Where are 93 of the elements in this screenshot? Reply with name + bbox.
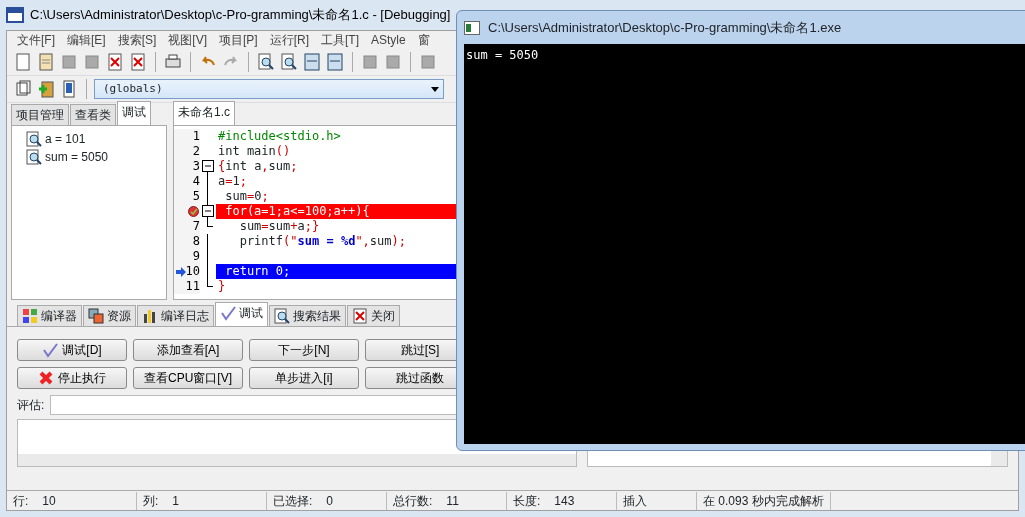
fold-toggle-icon[interactable] xyxy=(202,205,214,217)
console-icon xyxy=(464,20,480,35)
save-all-icon[interactable] xyxy=(82,52,102,72)
dropdown-arrow-icon xyxy=(431,86,439,92)
code-line: a=1; xyxy=(217,174,248,189)
split-view-icon[interactable] xyxy=(325,52,345,72)
checkmark-icon xyxy=(220,305,236,321)
menu-item[interactable]: AStyle xyxy=(365,31,412,49)
close-all-icon[interactable] xyxy=(128,52,148,72)
replace-icon[interactable] xyxy=(279,52,299,72)
copy-icon[interactable] xyxy=(13,79,33,99)
menu-item[interactable]: 窗 xyxy=(411,31,436,49)
line-number: 4 xyxy=(192,174,200,188)
file-tab[interactable]: 未命名1.c xyxy=(173,101,235,125)
line-number: 5 xyxy=(192,189,200,203)
status-label: 总行数: xyxy=(393,492,433,510)
status-value: 11 xyxy=(446,492,459,510)
code-line: printf("sum = %d",sum); xyxy=(238,234,407,249)
status-label: 列: xyxy=(143,492,159,510)
evaluate-label: 评估: xyxy=(17,397,45,414)
status-value: 0 xyxy=(326,492,334,510)
code-line: #include<stdio.h> xyxy=(217,129,342,144)
code-line: } xyxy=(217,279,227,294)
code-line: sum=0; xyxy=(224,189,270,204)
open-file-icon[interactable] xyxy=(36,52,56,72)
bottom-tab[interactable]: 调试 xyxy=(215,302,268,326)
menu-item[interactable]: 搜索[S] xyxy=(111,31,163,49)
save-icon[interactable] xyxy=(59,52,79,72)
status-value: 143 xyxy=(554,492,575,510)
line-number: 10 xyxy=(185,264,200,278)
debug-button[interactable]: 单步进入[i] xyxy=(249,367,359,389)
menu-item[interactable]: 文件[F] xyxy=(11,31,61,49)
layers-icon xyxy=(88,308,104,324)
line-number: 11 xyxy=(185,279,200,293)
menu-item[interactable]: 编辑[E] xyxy=(61,31,112,49)
line-number: 2 xyxy=(192,144,200,158)
debug-button[interactable]: 下一步[N] xyxy=(249,339,359,361)
debug-button[interactable]: 调试[D] xyxy=(17,339,127,361)
line-number: 3 xyxy=(192,159,200,173)
bottom-tab[interactable]: 关闭 xyxy=(347,305,400,326)
new-file-icon[interactable] xyxy=(13,52,33,72)
code-line: {int a,sum; xyxy=(217,159,299,174)
code-line: sum=sum+a;} xyxy=(238,219,321,234)
watch-icon xyxy=(26,149,42,165)
menu-item[interactable]: 运行[R] xyxy=(263,31,316,49)
bottom-tab[interactable]: 编译日志 xyxy=(137,305,214,326)
status-label: 行: xyxy=(13,492,29,510)
toolbar-icon[interactable] xyxy=(418,52,438,72)
panel-tab[interactable]: 项目管理 xyxy=(11,104,69,125)
horizontal-scrollbar[interactable] xyxy=(18,454,576,466)
watch-item[interactable]: a = 101 xyxy=(26,130,166,148)
panel-tab[interactable]: 查看类 xyxy=(70,104,116,125)
status-value: 10 xyxy=(42,492,56,510)
cross-icon xyxy=(38,370,54,386)
search-icon xyxy=(274,308,290,324)
console-title: C:\Users\Administrator\Desktop\c-Pro-gramming\未命名1.exe xyxy=(488,18,842,37)
line-number: 1 xyxy=(192,129,200,143)
watch-icon xyxy=(26,131,42,147)
toolbar-icon[interactable] xyxy=(383,52,403,72)
toolbar-icon[interactable] xyxy=(360,52,380,72)
status-label: 长度: xyxy=(513,492,541,510)
console-output: sum = 5050 xyxy=(466,47,539,64)
scope-dropdown[interactable]: (globals) xyxy=(94,79,444,99)
menu-item[interactable]: 项目[P] xyxy=(213,31,264,49)
close-file-icon[interactable] xyxy=(105,52,125,72)
window-title: C:\Users\Administrator\Desktop\c-Pro-gramming\未命名1.c - [Debugging] xyxy=(30,6,451,25)
bottom-tab[interactable]: 资源 xyxy=(83,305,136,326)
watch-item[interactable]: sum = 5050 xyxy=(26,148,166,166)
close-icon xyxy=(352,308,368,324)
search-icon[interactable] xyxy=(256,52,276,72)
code-line: int main() xyxy=(217,144,292,159)
app-icon xyxy=(6,7,24,23)
status-label: 在 0.093 秒内完成解析 xyxy=(703,492,824,510)
fold-toggle-icon[interactable] xyxy=(202,160,214,172)
line-number: 7 xyxy=(192,219,200,233)
line-number: 8 xyxy=(192,234,200,248)
menu-item[interactable]: 视图[V] xyxy=(162,31,213,49)
debug-button[interactable]: 停止执行 xyxy=(17,367,127,389)
bottom-tab[interactable]: 搜索结果 xyxy=(269,305,346,326)
menu-item[interactable]: 工具[T] xyxy=(315,31,366,49)
checkmark-icon xyxy=(42,342,59,358)
debug-button[interactable]: 添加查看[A] xyxy=(133,339,243,361)
status-label: 插入 xyxy=(623,492,647,510)
status-value: 1 xyxy=(172,492,180,510)
grid-icon xyxy=(22,308,38,324)
debug-button[interactable]: 查看CPU窗口[V] xyxy=(133,367,243,389)
panel-tab[interactable]: 调试 xyxy=(117,101,151,125)
line-number: 9 xyxy=(192,249,200,263)
bottom-tab[interactable]: 编译器 xyxy=(17,305,82,326)
add-file-icon[interactable] xyxy=(36,79,56,99)
status-label: 已选择: xyxy=(273,492,313,510)
bar-chart-icon xyxy=(142,308,158,324)
breakpoint-icon[interactable] xyxy=(188,206,199,217)
